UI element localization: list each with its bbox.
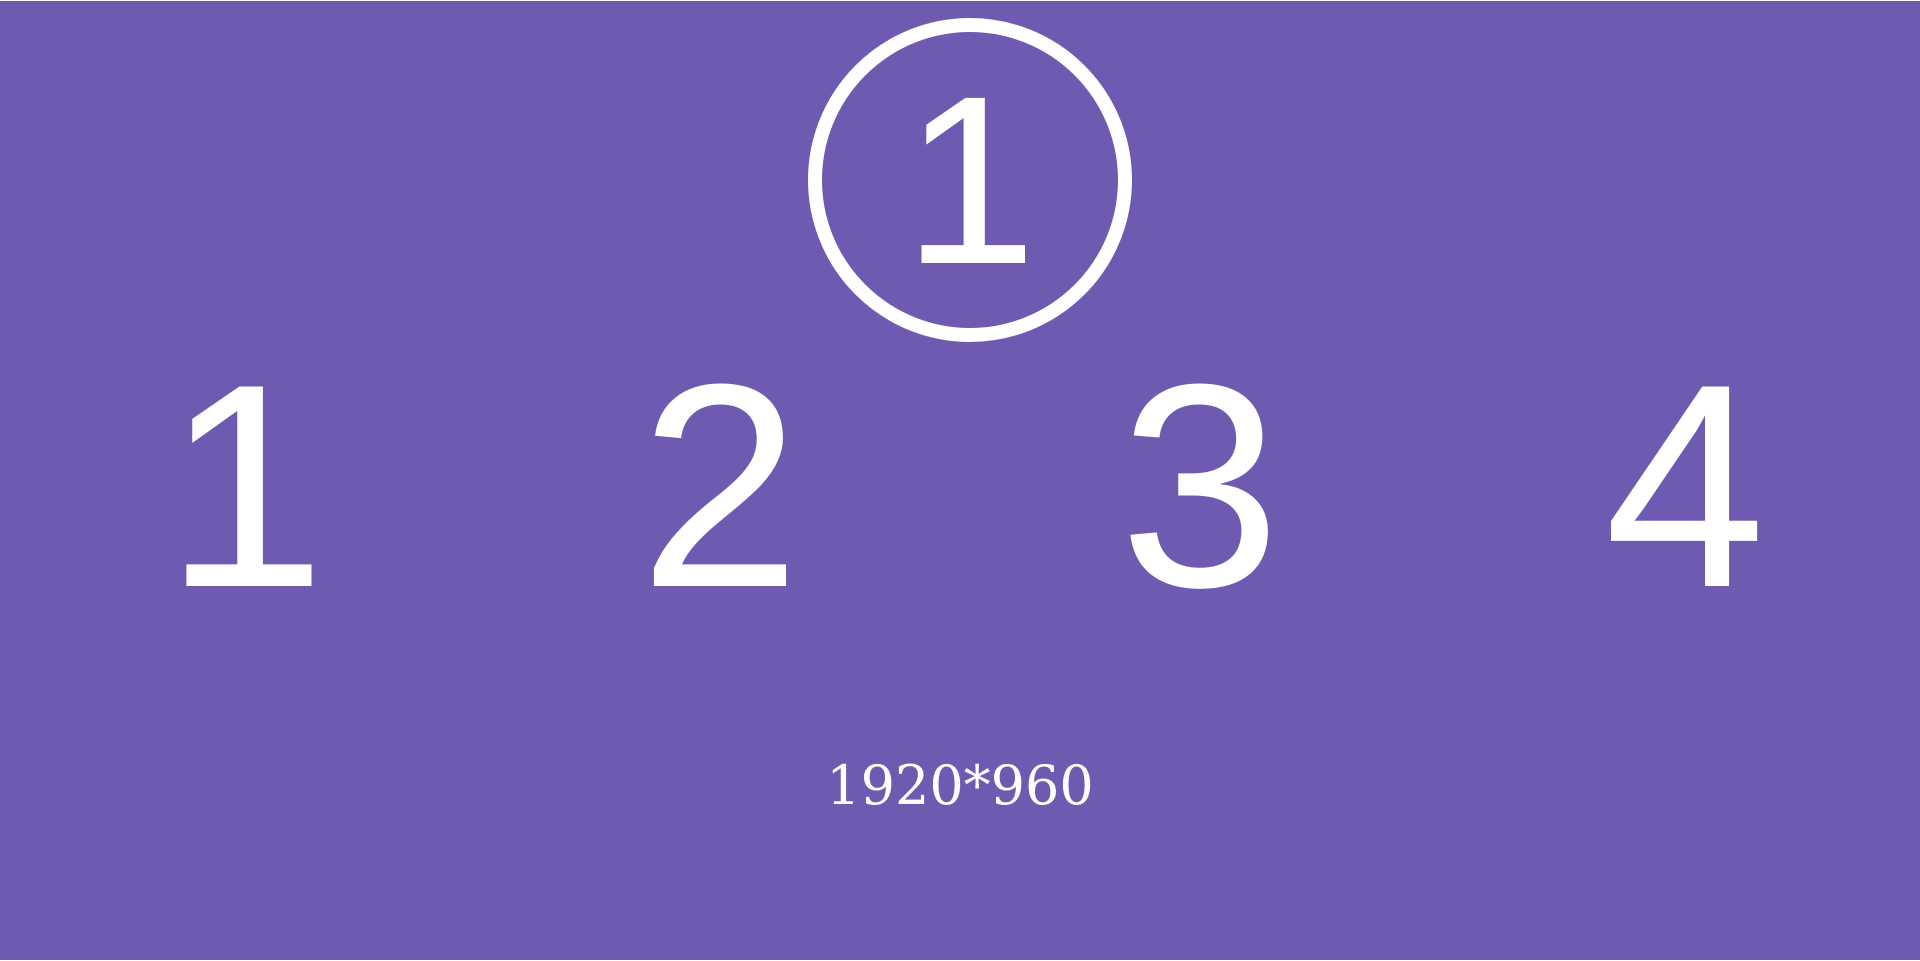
slide-canvas: 1 1 2 3 4 1920*960 [0,1,1920,960]
badge-number: 1 [903,46,1037,314]
digit-three: 3 [1119,324,1281,648]
circled-number-badge: 1 [808,18,1132,342]
digit-one: 1 [164,324,326,648]
resolution-label: 1920*960 [826,754,1094,817]
digit-two: 2 [639,324,801,648]
digit-four: 4 [1604,324,1766,648]
